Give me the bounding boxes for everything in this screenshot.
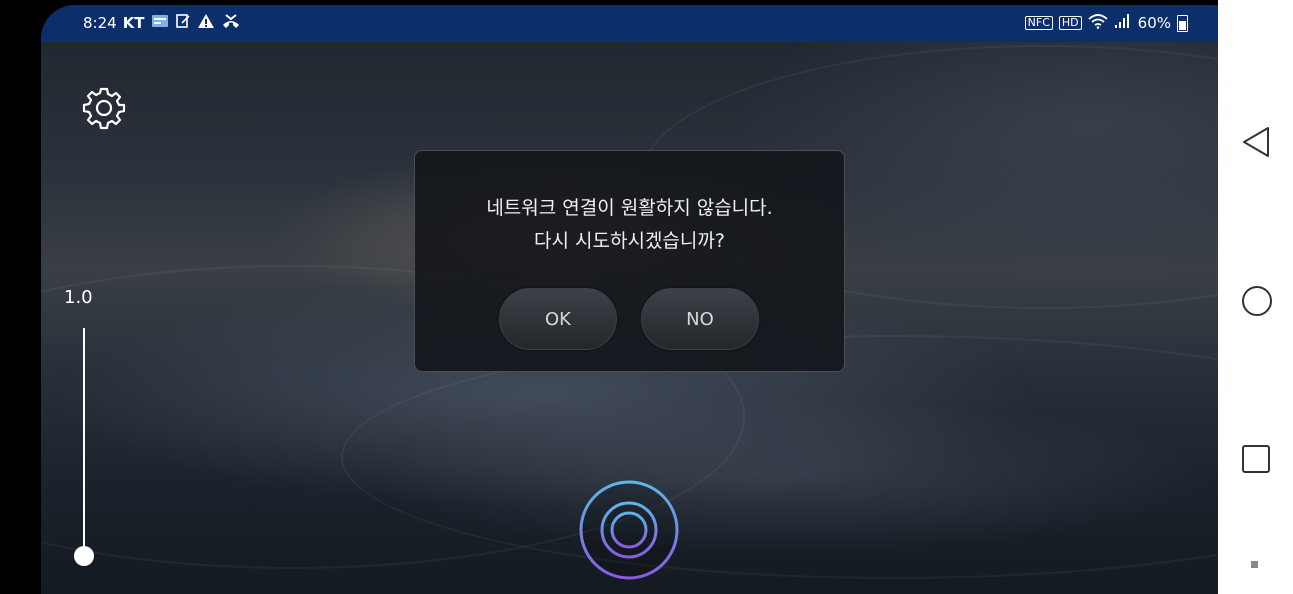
network-error-dialog: 네트워크 연결이 원활하지 않습니다. 다시 시도하시겠습니까? OK NO — [414, 150, 845, 372]
carrier-label: KT — [122, 14, 145, 32]
signal-icon — [1114, 13, 1132, 33]
navigation-bar — [1218, 0, 1293, 594]
small-square-icon[interactable] — [1250, 555, 1260, 574]
status-bar: 8:24 KT NFC HD 60% — [41, 5, 1218, 42]
missed-call-icon — [221, 13, 241, 33]
note-icon — [175, 13, 191, 33]
ok-button[interactable]: OK — [497, 286, 619, 352]
battery-fill — [1179, 20, 1186, 30]
warning-icon — [197, 13, 215, 33]
wifi-icon — [1088, 13, 1108, 33]
dialog-message-line2: 다시 시도하시겠습니까? — [534, 230, 725, 252]
zoom-slider-handle[interactable] — [74, 546, 94, 566]
zoom-slider-track[interactable] — [83, 328, 85, 560]
circle-home-icon[interactable] — [1241, 285, 1273, 321]
dialog-message-line1: 네트워크 연결이 원활하지 않습니다. — [486, 197, 773, 219]
nfc-icon: NFC — [1024, 16, 1053, 30]
voice-ring-icon[interactable] — [578, 479, 680, 581]
zoom-value-label: 1.0 — [64, 287, 93, 308]
card-notification-icon — [151, 14, 169, 32]
camera-screen: 8:24 KT NFC HD 60% 1.0 네트워크 연결이 원활하지 않습니… — [41, 5, 1218, 594]
battery-icon — [1177, 14, 1188, 32]
status-time: 8:24 — [83, 14, 117, 32]
hd-voice-icon: HD — [1058, 16, 1082, 30]
square-recents-icon[interactable] — [1241, 444, 1271, 478]
gear-icon[interactable] — [81, 85, 127, 131]
battery-percent: 60% — [1137, 14, 1171, 32]
triangle-back-icon[interactable] — [1241, 126, 1271, 162]
no-button[interactable]: NO — [639, 286, 761, 352]
